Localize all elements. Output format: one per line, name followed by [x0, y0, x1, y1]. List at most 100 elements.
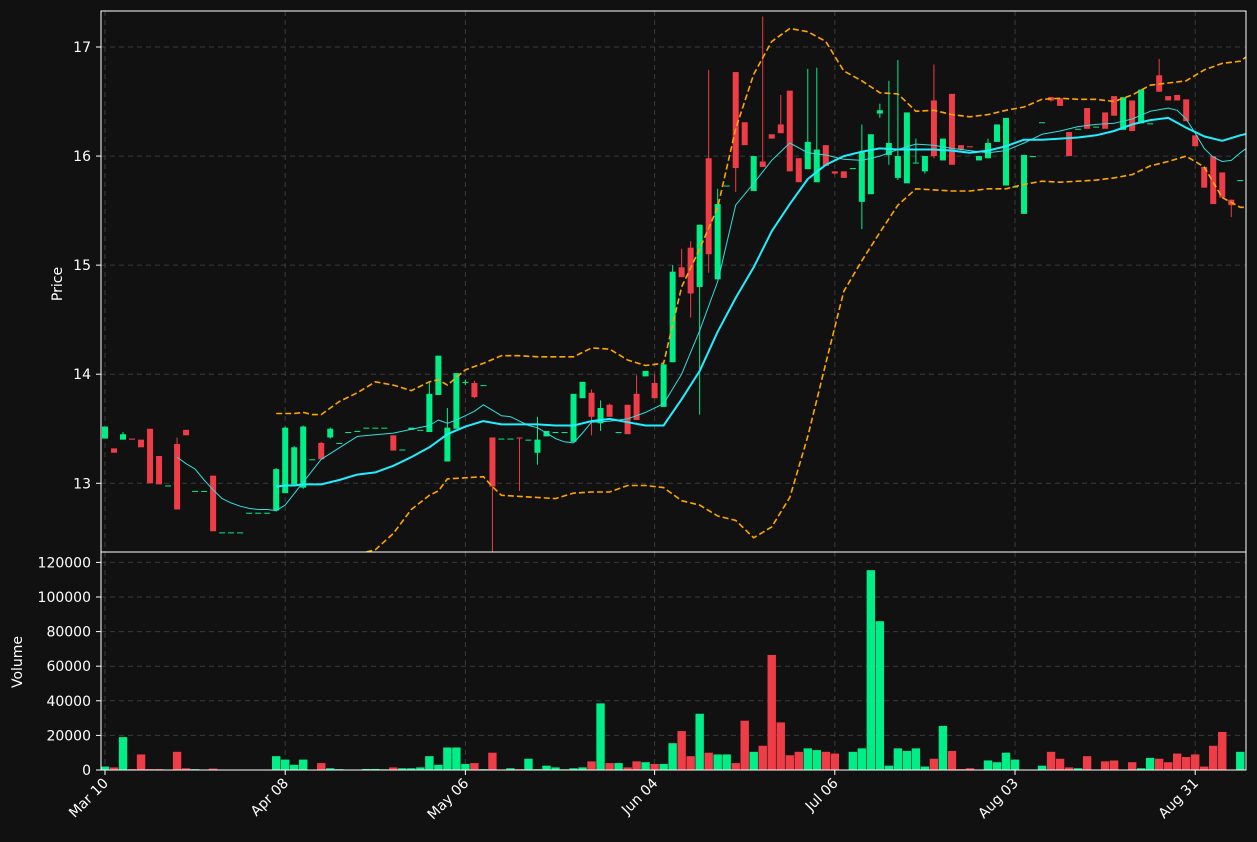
candle-body — [345, 432, 352, 434]
volume-bar — [614, 763, 623, 770]
volume-bar — [1200, 766, 1209, 770]
candle-body — [264, 512, 271, 514]
candle-body — [246, 512, 253, 514]
volume-bar — [929, 758, 939, 770]
candle-body — [399, 449, 406, 451]
volume-tick-label: 20000 — [46, 728, 91, 744]
volume-bar — [1218, 731, 1227, 770]
candle-body — [201, 490, 208, 492]
volume-bar — [1055, 758, 1065, 770]
volume-bar — [452, 747, 461, 770]
candle-body — [1030, 156, 1037, 158]
volume-bar — [1010, 759, 1020, 770]
volume-bar — [1109, 760, 1119, 770]
candle-body — [588, 392, 595, 417]
candle-body — [876, 110, 883, 114]
volume-bar — [875, 621, 885, 770]
candle-body — [1111, 96, 1118, 116]
volume-bar — [1082, 756, 1092, 770]
candle-body — [156, 456, 163, 485]
volume-bar — [281, 759, 290, 770]
volume-bar — [911, 748, 921, 770]
candle-body — [309, 459, 316, 461]
volume-bar — [1172, 753, 1182, 770]
candle-body — [291, 447, 298, 485]
candle-body — [1147, 123, 1154, 125]
candle-body — [1129, 100, 1136, 131]
volume-bar — [866, 570, 876, 770]
volume-bar — [271, 756, 281, 770]
volume-tick-label: 100000 — [38, 590, 91, 606]
candle-body — [255, 512, 262, 514]
volume-bar — [425, 756, 434, 770]
volume-bar — [902, 750, 912, 770]
candle-body — [471, 382, 478, 398]
candle-body — [1075, 128, 1082, 130]
candle-body — [1183, 99, 1190, 122]
candle-body — [687, 247, 694, 294]
volume-bar — [1145, 757, 1155, 770]
volume-bar — [632, 761, 641, 770]
volume-bar — [443, 747, 452, 770]
candle-body — [642, 370, 649, 377]
volume-bar — [524, 758, 533, 770]
price-tick-label: 16 — [73, 149, 91, 165]
volume-bar — [1154, 758, 1164, 770]
candle-body — [1066, 132, 1073, 157]
volume-bar — [641, 762, 650, 770]
volume-bar — [1191, 754, 1200, 770]
candle-body — [1093, 126, 1100, 128]
volume-bar — [668, 743, 677, 770]
candle-body — [300, 426, 307, 488]
candle-body — [759, 161, 766, 167]
volume-bar — [713, 754, 722, 770]
candle-body — [867, 134, 874, 195]
candle-body — [723, 185, 730, 187]
volume-bar — [704, 752, 713, 770]
candle-body — [192, 490, 199, 492]
candle-body — [579, 381, 586, 399]
candle-body — [606, 404, 613, 417]
volume-bar — [776, 722, 785, 770]
volume-bar — [920, 766, 930, 770]
candle-body — [534, 439, 541, 453]
volume-bar — [1163, 762, 1173, 770]
price-tick-label: 15 — [73, 258, 91, 274]
candle-body — [480, 385, 487, 387]
candle-body — [273, 469, 280, 511]
volume-bar — [947, 750, 957, 770]
price-tick-label: 14 — [73, 367, 91, 383]
volume-bar — [740, 720, 749, 770]
candle-body — [966, 146, 973, 148]
candle-body — [570, 393, 577, 442]
volume-axis-label: Volume — [10, 636, 26, 688]
volume-tick-label: 60000 — [46, 659, 91, 675]
candle-body — [336, 442, 343, 444]
candle-body — [390, 435, 397, 451]
volume-bar — [136, 754, 146, 770]
volume-bar — [803, 748, 812, 770]
candle-body — [615, 432, 622, 434]
volume-bar — [1209, 745, 1218, 770]
price-tick-label: 17 — [73, 40, 91, 56]
volume-bar — [596, 703, 605, 770]
candle-body — [1210, 156, 1217, 205]
volume-bar — [118, 737, 128, 770]
candle-body — [219, 532, 226, 534]
volume-bar — [299, 759, 308, 770]
price-tick-label: 13 — [73, 476, 91, 492]
volume-bar — [983, 760, 993, 770]
candle-body — [786, 90, 793, 172]
candle-body — [768, 134, 775, 139]
candle-body — [498, 438, 505, 440]
volume-bar — [848, 751, 858, 770]
candle-body — [561, 432, 568, 434]
candle-body — [174, 444, 181, 510]
candle-body — [102, 426, 108, 439]
candle-body — [1003, 117, 1009, 186]
price-axis-label: Price — [50, 267, 66, 301]
volume-bar — [461, 763, 470, 770]
candle-body — [849, 168, 856, 170]
volume-bar — [884, 765, 894, 770]
candle-body — [696, 224, 703, 287]
